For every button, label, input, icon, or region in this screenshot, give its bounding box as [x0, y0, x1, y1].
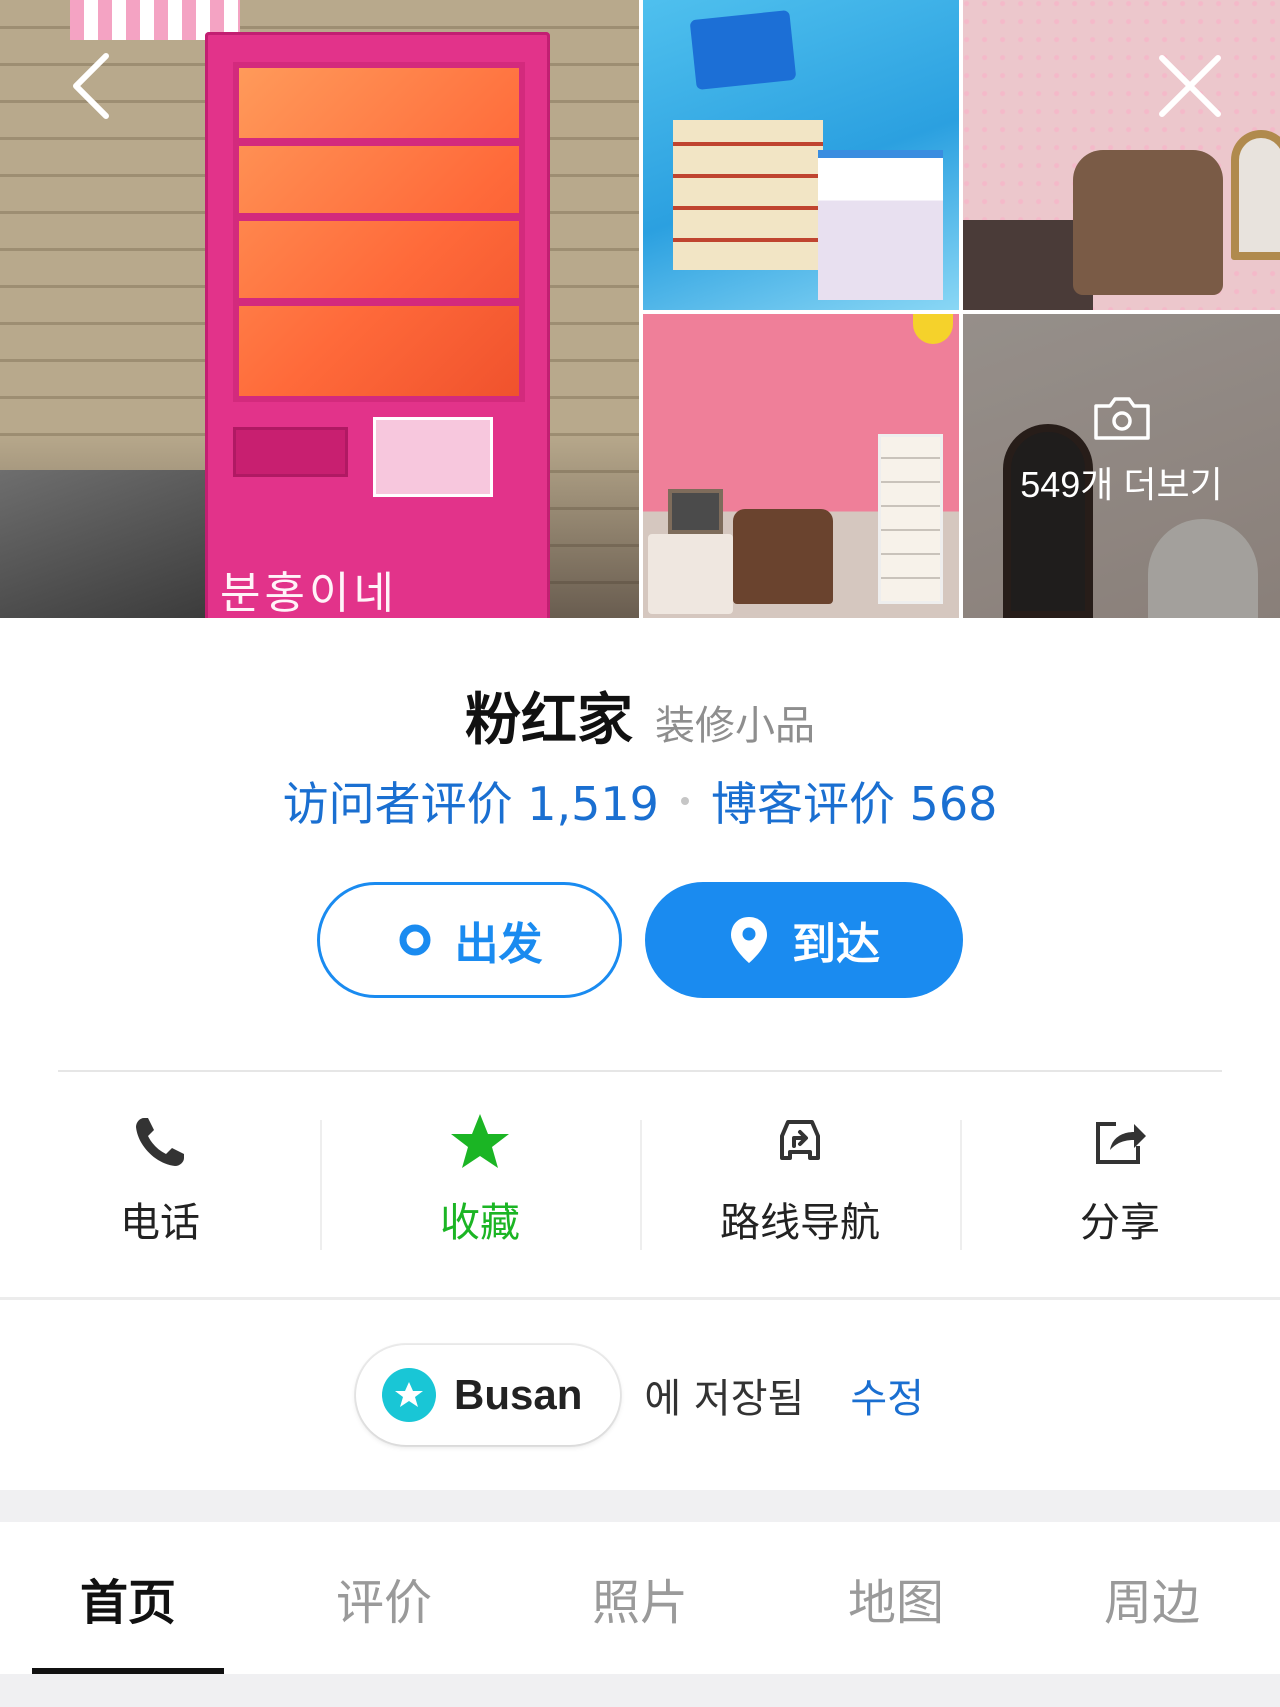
section-gap [0, 1490, 1280, 1522]
blog-reviews-link[interactable]: 博客评价 568 [711, 768, 997, 834]
hours-sign [373, 417, 493, 497]
edit-saved-link[interactable]: 수정 [850, 1366, 924, 1424]
star-icon [451, 1114, 509, 1168]
tab-nearby[interactable]: 周边 [1024, 1522, 1280, 1674]
mirror [1231, 130, 1280, 260]
share-button[interactable]: 分享 [960, 1110, 1280, 1250]
table [648, 534, 733, 614]
action-bar: 电话 收藏 路线导航 分享 [0, 1110, 1280, 1250]
shelf [239, 138, 519, 146]
phone-icon [136, 1118, 184, 1166]
share-icon [1096, 1122, 1146, 1164]
place-header: 粉红家 装修小品 [0, 675, 1280, 756]
favorite-button[interactable]: 收藏 [320, 1110, 640, 1250]
visitor-reviews-link[interactable]: 访问者评价 1,519 [283, 768, 659, 834]
display-counter [818, 150, 943, 300]
saved-list-name: Busan [454, 1371, 583, 1418]
place-name: 粉红家 [465, 688, 633, 753]
sofa [1073, 150, 1223, 295]
arrive-button[interactable]: 到达 [645, 882, 963, 998]
photo-gallery[interactable]: 분홍이네 549개 더보기 [0, 0, 1280, 618]
call-label: 电话 [120, 1200, 200, 1246]
tab-bar: 首页 评价 照片 地图 周边 [0, 1522, 1280, 1674]
store-sign [689, 9, 797, 91]
door-window [233, 62, 525, 402]
tab-map[interactable]: 地图 [768, 1522, 1024, 1674]
saved-list-row: Busan 에 저장됨 수정 [0, 1345, 1280, 1445]
section-gap [0, 1674, 1280, 1707]
shelf [239, 213, 519, 221]
tab-photos[interactable]: 照片 [512, 1522, 768, 1674]
toy-shelf [673, 120, 823, 270]
depart-button[interactable]: 出发 [317, 882, 622, 998]
divider [58, 1070, 1222, 1072]
door-lettering: 분홍이네 [220, 568, 398, 618]
tab-reviews[interactable]: 评价 [256, 1522, 512, 1674]
back-arrow-icon[interactable] [60, 46, 140, 126]
photo-3[interactable] [963, 0, 1280, 310]
shelf [239, 298, 519, 306]
route-button[interactable]: 路线导航 [640, 1110, 960, 1250]
bookshelf [878, 434, 943, 604]
route-icon [780, 1120, 820, 1160]
photo-4[interactable] [643, 314, 959, 618]
sidewalk [0, 470, 205, 618]
favorite-label: 收藏 [440, 1200, 520, 1246]
more-photos-label: 549개 더보기 [1020, 464, 1223, 505]
saved-status-text: 에 저장됨 [644, 1376, 805, 1422]
more-photos-button[interactable]: 549개 더보기 [963, 314, 1280, 618]
divider [0, 1297, 1280, 1300]
armchair [733, 509, 833, 604]
saved-list-chip[interactable]: Busan [356, 1345, 621, 1445]
list-star-icon [382, 1368, 437, 1422]
depart-label: 出发 [454, 919, 543, 970]
tab-home[interactable]: 首页 [0, 1522, 256, 1674]
call-button[interactable]: 电话 [0, 1110, 320, 1250]
share-label: 分享 [1080, 1200, 1160, 1246]
photo-2[interactable] [643, 0, 959, 310]
route-label: 路线导航 [720, 1200, 880, 1246]
place-category: 装修小品 [655, 703, 815, 749]
tv [668, 489, 723, 534]
separator-dot [680, 797, 689, 805]
review-summary: 访问者评价 1,519 博客评价 568 [0, 768, 1280, 834]
close-icon[interactable] [1150, 46, 1230, 126]
mail-slot [233, 427, 348, 477]
pink-door: 분홍이네 [205, 32, 550, 618]
origin-dot-icon [399, 924, 430, 956]
arrive-label: 到达 [792, 919, 880, 970]
location-pin-icon [731, 917, 767, 963]
lamp [913, 314, 953, 344]
camera-icon [1093, 397, 1150, 440]
